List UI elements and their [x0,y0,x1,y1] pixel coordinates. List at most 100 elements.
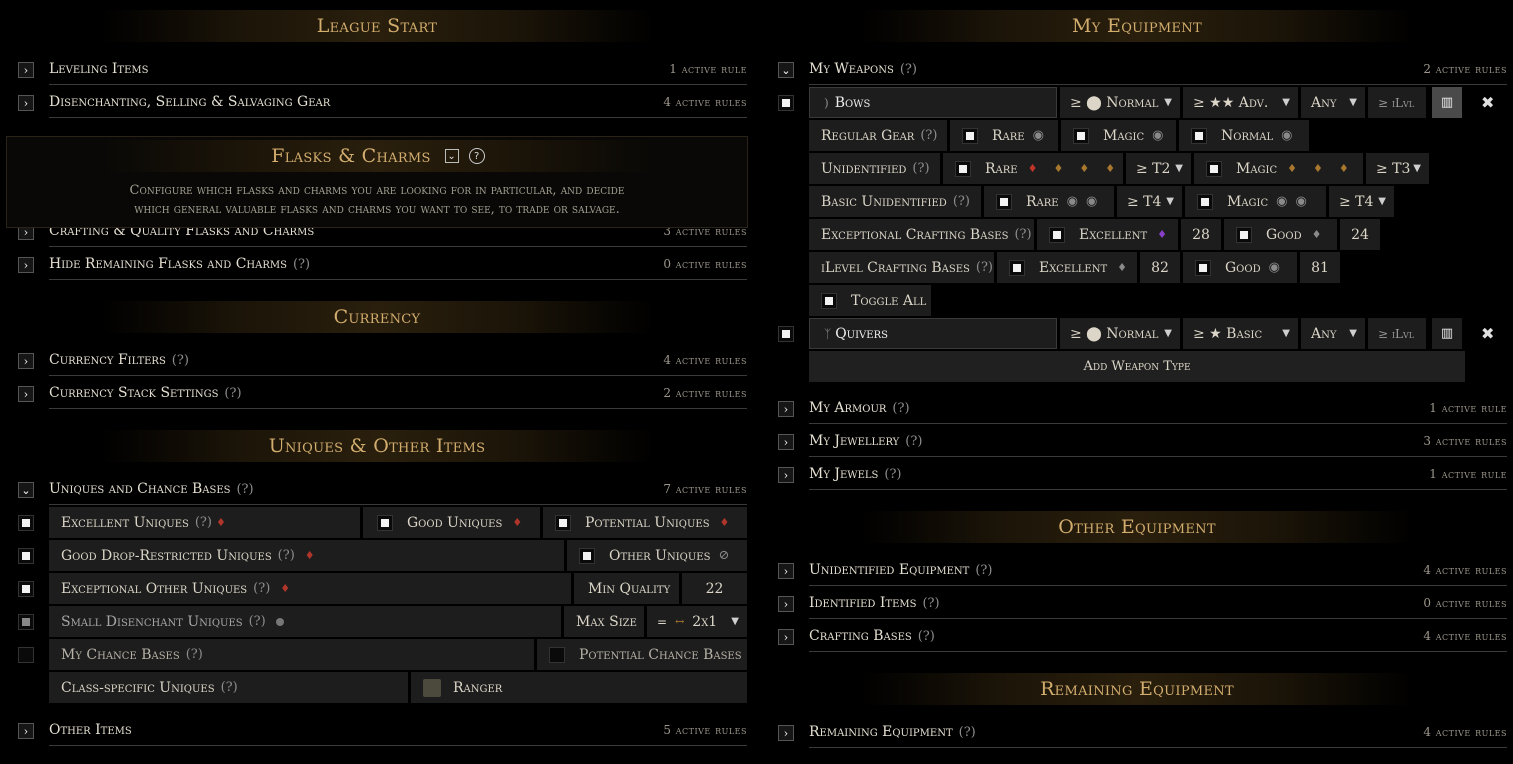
rare-checkbox[interactable] [962,127,978,144]
magic-checkbox[interactable] [1073,127,1089,144]
min-quality-input[interactable]: 22 [682,573,747,604]
exceptional-uniques-checkbox[interactable] [18,581,34,597]
bows-checkbox[interactable] [778,95,794,111]
add-weapon-type-button[interactable]: Add Weapon Type [809,351,1465,382]
expand-toggle-icon[interactable]: › [778,725,794,741]
ilvl-good-value[interactable]: 81 [1300,252,1340,283]
toggle-all-checkbox[interactable] [821,292,837,309]
rule-row-my-armour[interactable]: My Armour (?) 1 active rule [809,392,1507,424]
rule-row-identified-items[interactable]: Identified Items (?) 0 active rules [809,587,1507,619]
help-icon[interactable]: (?) [221,680,238,695]
ilvl-good-option[interactable]: Good ◉ [1183,252,1297,283]
exc-good-value[interactable]: 24 [1340,219,1380,250]
help-icon[interactable]: (?) [249,614,266,629]
good-checkbox[interactable] [1195,259,1211,276]
quivers-ilvl-input[interactable]: ≥ iLvl [1368,318,1426,349]
chance-bases-checkbox[interactable] [18,647,34,663]
regular-magic-option[interactable]: Magic ◉ [1061,120,1176,151]
help-icon[interactable]: (?) [900,62,917,77]
columns-settings-icon[interactable]: ▥ [1432,318,1462,349]
collapse-toggle-icon[interactable]: ⌄ [18,482,34,498]
expand-toggle-icon[interactable]: › [778,629,794,645]
expand-toggle-icon[interactable]: › [778,596,794,612]
help-icon[interactable]: (?) [959,725,976,740]
basic-rare-option[interactable]: Rare ◉ ◉ [984,186,1114,217]
bows-rarity-select[interactable]: ≥ ⬤ Normal ▼ [1060,87,1180,118]
help-icon[interactable]: (?) [236,482,253,497]
help-icon[interactable]: (?) [224,386,241,401]
close-icon[interactable]: ✖ [1481,324,1494,343]
collapse-toggle-icon[interactable]: ⌄ [778,62,794,78]
potential-chance-checkbox[interactable] [549,646,565,663]
rule-row-unidentified-equipment[interactable]: Unidentified Equipment (?) 4 active rule… [809,554,1507,586]
help-icon[interactable]: (?) [195,515,212,530]
close-icon[interactable]: ✖ [1481,93,1494,112]
quivers-checkbox[interactable] [778,326,794,342]
help-icon[interactable]: (?) [912,161,929,176]
help-icon[interactable]: (?) [278,548,295,563]
help-icon[interactable]: (?) [1014,227,1031,242]
excellent-uniques-checkbox[interactable] [18,515,34,531]
bows-tier-select[interactable]: ≥ ★★ Adv. ▼ [1183,87,1298,118]
help-icon[interactable]: (?) [186,647,203,662]
good-uniques-box[interactable]: Good Uniques ♦ [363,507,540,538]
help-icon[interactable]: (?) [293,257,310,272]
chevron-down-icon[interactable]: ⌄ [444,149,459,163]
potential-uniques-box[interactable]: Potential Uniques ♦ [543,507,747,538]
rule-row-uniques-chance[interactable]: Uniques and Chance Bases (?) 7 active ru… [49,473,747,505]
rare-checkbox[interactable] [955,160,971,177]
help-icon[interactable]: (?) [892,401,909,416]
unid-rare-option[interactable]: Rare ♦ ♦ ♦ ♦ [943,153,1123,184]
help-icon[interactable]: ? [468,148,485,164]
unid-magic-tier-select[interactable]: ≥ T3 ▼ [1366,153,1429,184]
basic-rare-tier-select[interactable]: ≥ T4 ▼ [1117,186,1182,217]
quivers-any-select[interactable]: Any ▼ [1301,318,1365,349]
bows-ilvl-input[interactable]: ≥ iLvl [1368,87,1426,118]
bows-any-select[interactable]: Any ▼ [1301,87,1365,118]
help-icon[interactable]: (?) [905,434,922,449]
rule-row-remaining-equipment[interactable]: Remaining Equipment (?) 4 active rules [809,716,1507,748]
expand-toggle-icon[interactable]: › [18,353,34,369]
expand-toggle-icon[interactable]: › [18,95,34,111]
rare-checkbox[interactable] [996,193,1012,210]
toggle-all-button[interactable]: Toggle All [809,285,931,316]
rule-row-my-jewellery[interactable]: My Jewellery (?) 3 active rules [809,425,1507,457]
rule-row-leveling-items[interactable]: Leveling Items 1 active rule [49,53,747,85]
help-icon[interactable]: (?) [922,596,939,611]
exc-excellent-option[interactable]: Excellent ♦ [1037,219,1178,250]
basic-magic-tier-select[interactable]: ≥ T4 ▼ [1329,186,1394,217]
rule-row-hide-flasks[interactable]: Hide Remaining Flasks and Charms (?) 0 a… [49,248,747,280]
rule-row-my-jewels[interactable]: My Jewels (?) 1 active rule [809,458,1507,490]
rule-row-disenchanting[interactable]: Disenchanting, Selling & Salvaging Gear … [49,86,747,118]
magic-checkbox[interactable] [1206,160,1222,177]
ilvl-excellent-option[interactable]: Excellent ♦ [997,252,1137,283]
rule-row-currency-filters[interactable]: Currency Filters (?) 4 active rules [49,344,747,376]
unid-magic-option[interactable]: Magic ♦ ♦ ♦ [1194,153,1363,184]
rule-row-currency-stack[interactable]: Currency Stack Settings (?) 2 active rul… [49,377,747,409]
expand-toggle-icon[interactable]: › [18,257,34,273]
expand-toggle-icon[interactable]: › [18,723,34,739]
quivers-tier-select[interactable]: ≥ ★ Basic ▼ [1183,318,1298,349]
other-uniques-checkbox[interactable] [579,547,595,564]
small-disenchant-checkbox[interactable] [18,614,34,630]
quivers-rarity-select[interactable]: ≥ ⬤ Normal ▼ [1060,318,1180,349]
good-drop-uniques-checkbox[interactable] [18,548,34,564]
help-icon[interactable]: (?) [884,467,901,482]
class-select[interactable]: Ranger [411,672,747,703]
rule-row-crafting-bases[interactable]: Crafting Bases (?) 4 active rules [809,620,1507,652]
potential-uniques-checkbox[interactable] [555,514,571,531]
exc-excellent-value[interactable]: 28 [1181,219,1221,250]
expand-toggle-icon[interactable]: › [778,467,794,483]
unid-rare-tier-select[interactable]: ≥ T2 ▼ [1126,153,1191,184]
help-icon[interactable]: (?) [976,260,993,275]
expand-toggle-icon[interactable]: › [778,563,794,579]
help-icon[interactable]: (?) [253,581,270,596]
expand-toggle-icon[interactable]: › [18,62,34,78]
columns-settings-icon[interactable]: ▥ [1432,87,1462,118]
expand-toggle-icon[interactable]: › [778,434,794,450]
regular-normal-option[interactable]: Normal ◉ [1179,120,1309,151]
exc-good-option[interactable]: Good ♦ [1224,219,1337,250]
max-size-select[interactable]: = ↔ 2x1 ▼ [647,606,747,637]
excellent-checkbox[interactable] [1009,259,1025,276]
ilvl-excellent-value[interactable]: 82 [1140,252,1180,283]
